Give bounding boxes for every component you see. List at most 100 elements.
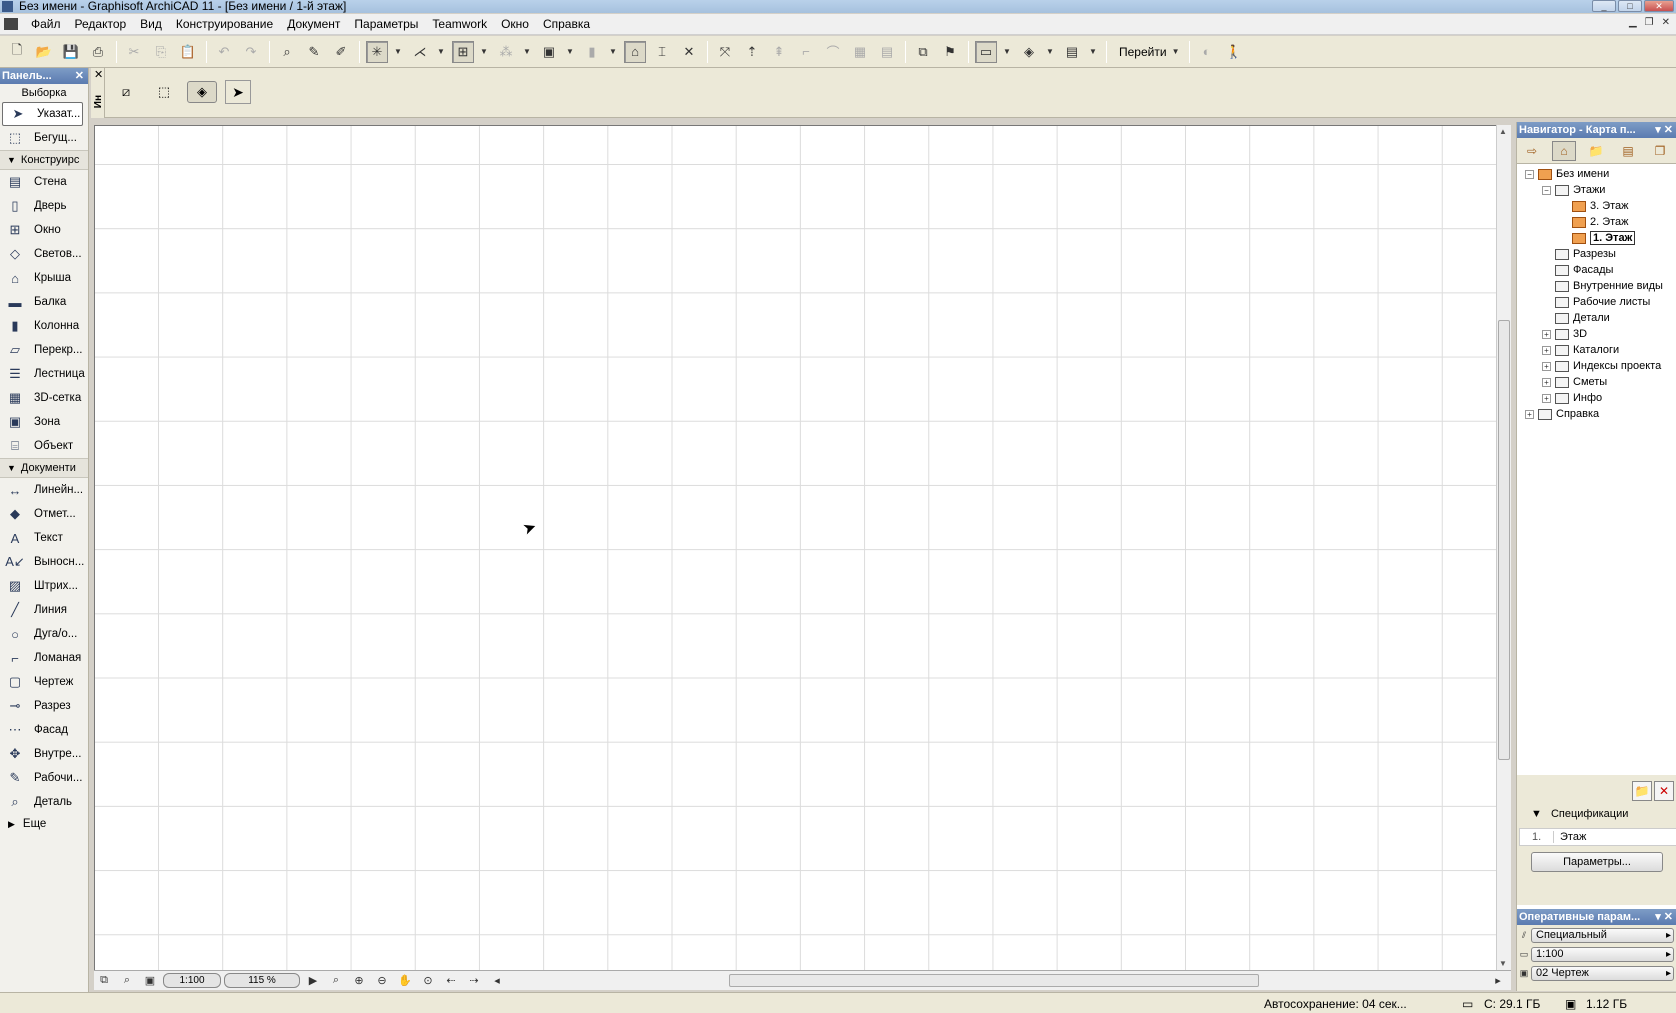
expand-icon[interactable]: + [1542, 345, 1551, 355]
ungroup-icon[interactable]: ▤ [876, 41, 898, 63]
scale-select[interactable]: 1:100 [1531, 946, 1674, 962]
cut-icon[interactable]: ✂ [123, 41, 145, 63]
collapse-icon[interactable]: − [1525, 169, 1534, 179]
document-icon[interactable] [4, 18, 18, 30]
guide-lines-icon[interactable]: ⋌ [409, 41, 431, 63]
tree-node[interactable]: Разрезы [1517, 246, 1676, 262]
open-file-icon[interactable]: 📂 [33, 41, 55, 63]
tree-node[interactable]: + Сметы [1517, 374, 1676, 390]
clear-icon[interactable]: ✕ [678, 41, 700, 63]
pointer-icon[interactable]: ➤ [225, 80, 251, 104]
layout-view-icon[interactable]: ▤ [1061, 41, 1083, 63]
previous-zoom-icon[interactable]: ⇠ [441, 973, 461, 989]
pen-set-select[interactable]: Специальный [1531, 927, 1674, 943]
delete-icon[interactable]: ✕ [1654, 781, 1674, 801]
doc-minimize-icon[interactable]: ▁ [1629, 17, 1637, 28]
group-icon[interactable]: ▦ [849, 41, 871, 63]
scroll-left-icon[interactable]: ◂ [487, 973, 507, 989]
zoom-in-icon[interactable]: ⊕ [349, 973, 369, 989]
tool-skylight[interactable]: ◇ Светов... [0, 242, 88, 266]
story-name-field[interactable]: Этаж [1554, 831, 1586, 843]
tool-beam[interactable]: ▬ Балка [0, 290, 88, 314]
split-icon[interactable]: ⤧ [714, 41, 736, 63]
fillet-icon[interactable]: ⌒ [822, 41, 844, 63]
chevron-down-icon[interactable]: ▼ [1045, 41, 1055, 63]
chevron-down-icon[interactable]: ▼ [479, 41, 489, 63]
chevron-down-icon[interactable]: ▼ [1002, 41, 1012, 63]
tree-node[interactable]: − Без имени [1517, 166, 1676, 182]
publisher-icon[interactable]: ▤ [1616, 141, 1640, 161]
fit-in-window-icon[interactable]: ⊙ [418, 973, 438, 989]
chevron-down-icon[interactable]: ▼ [608, 41, 618, 63]
eraser-select-icon[interactable]: ◈ [187, 81, 217, 103]
gravity-icon[interactable]: ✳ [366, 40, 388, 63]
fill-bucket-icon[interactable]: ▮ [581, 41, 603, 63]
chevron-down-icon[interactable]: ▼ [1171, 41, 1181, 63]
intersect-icon[interactable]: ⌐ [795, 41, 817, 63]
trace-icon[interactable]: ⌂ [624, 40, 646, 63]
chevron-down-icon[interactable]: ▼ [522, 41, 532, 63]
tool-dimension[interactable]: ↔ Линейн... [0, 478, 88, 502]
snap-grid-icon[interactable]: ⊞ [452, 40, 474, 63]
adjust-icon[interactable]: ⇡ [741, 41, 763, 63]
tool-zone[interactable]: ▣ Зона [0, 410, 88, 434]
tree-node[interactable]: + Справка [1517, 406, 1676, 422]
tool-level-dimension[interactable]: ◆ Отмет... [0, 502, 88, 526]
view-map-icon[interactable]: ⌂ [1552, 140, 1576, 161]
tool-detail[interactable]: ⌕ Деталь [0, 790, 88, 814]
expand-icon[interactable]: + [1542, 329, 1551, 339]
tool-section[interactable]: ⊸ Разрез [0, 694, 88, 718]
organizer-icon[interactable]: ❐ [1648, 141, 1672, 161]
layer-combination-icon[interactable]: ⧉ [94, 973, 114, 989]
story-number-field[interactable]: 1. [1520, 831, 1554, 843]
expand-icon[interactable]: + [1542, 393, 1551, 403]
tool-object[interactable]: ⌸ Объект [0, 434, 88, 458]
tool-slab[interactable]: ▱ Перекр... [0, 338, 88, 362]
new-file-icon[interactable]: 🗋 [6, 41, 28, 63]
scale-field[interactable]: 1:100 [163, 973, 221, 988]
chevron-down-icon[interactable]: ▼ [1088, 41, 1098, 63]
expand-icon[interactable]: + [1542, 361, 1551, 371]
doc-restore-icon[interactable]: ❐ [1645, 17, 1654, 28]
scroll-right-icon[interactable]: ▸ [1488, 973, 1508, 989]
layers-icon[interactable]: ▣ [538, 41, 560, 63]
tree-node[interactable]: + Каталоги [1517, 342, 1676, 358]
play-icon[interactable]: ▶ [303, 973, 323, 989]
tree-node[interactable]: Внутренние виды [1517, 278, 1676, 294]
tool-wall[interactable]: ▤ Стена [0, 170, 88, 194]
tree-node[interactable]: 1. Этаж [1517, 230, 1676, 246]
maximize-button[interactable]: □ [1618, 0, 1642, 12]
undo-icon[interactable]: ↶ [213, 41, 235, 63]
zoom-field[interactable]: 115 % [224, 973, 300, 988]
next-zoom-icon[interactable]: ⇢ [464, 973, 484, 989]
copy-icon[interactable]: ⎘ [150, 41, 172, 63]
doc-close-icon[interactable]: ✕ [1662, 17, 1670, 28]
tool-stair[interactable]: ☰ Лестница [0, 362, 88, 386]
tool-fill[interactable]: ▨ Штрих... [0, 574, 88, 598]
tool-worksheet[interactable]: ✎ Рабочи... [0, 766, 88, 790]
menu-teamwork[interactable]: Teamwork [425, 17, 494, 31]
panel-menu-icon[interactable]: ▾ ✕ [1655, 122, 1673, 138]
marquee-select-icon[interactable]: ⬚ [149, 81, 179, 103]
project-map-icon[interactable]: ⇨ [1520, 141, 1544, 161]
zoom-fit-icon[interactable]: ⌕ [326, 973, 346, 989]
menu-file[interactable]: Файл [24, 17, 68, 31]
close-icon[interactable]: ✕ [94, 68, 103, 81]
menu-options[interactable]: Параметры [347, 17, 425, 31]
tool-arc[interactable]: ○ Дуга/о... [0, 622, 88, 646]
tree-node[interactable]: + Инфо [1517, 390, 1676, 406]
zoom-out-icon[interactable]: ⊖ [372, 973, 392, 989]
menu-design[interactable]: Конструирование [169, 17, 280, 31]
tool-elevation[interactable]: ⋯ Фасад [0, 718, 88, 742]
layer-combination-select[interactable]: 02 Чертеж [1531, 965, 1674, 981]
menu-help[interactable]: Справка [536, 17, 597, 31]
layout-book-icon[interactable]: 📁 [1584, 141, 1608, 161]
tool-line[interactable]: ╱ Линия [0, 598, 88, 622]
tool-door[interactable]: ▯ Дверь [0, 194, 88, 218]
close-icon[interactable]: ✕ [75, 68, 84, 84]
text-block-icon[interactable]: ⌶ [651, 41, 673, 63]
tree-node[interactable]: Рабочие листы [1517, 294, 1676, 310]
tree-node[interactable]: Детали [1517, 310, 1676, 326]
tool-marquee[interactable]: ⬚ Бегущ... [0, 126, 88, 150]
menu-view[interactable]: Вид [133, 17, 169, 31]
